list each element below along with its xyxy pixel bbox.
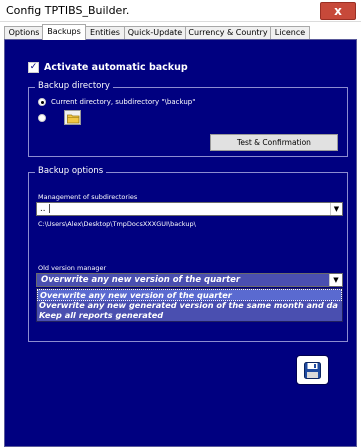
dropdown-option-1[interactable]: Overwrite any new version of the quarter xyxy=(37,289,342,301)
auto-backup-row[interactable]: ✓ Activate automatic backup xyxy=(28,60,188,74)
floppy-disk-icon xyxy=(304,362,321,379)
radio-custom-button[interactable] xyxy=(38,114,46,122)
close-button[interactable]: x xyxy=(320,2,356,20)
tab-backups[interactable]: Backups xyxy=(42,24,86,40)
tab-quick-update[interactable]: Quick-Update xyxy=(124,26,186,39)
title-bar: Config TPTIBS_Builder. x xyxy=(0,0,361,22)
radio-current-directory[interactable]: Current directory, subdirectory "\backup… xyxy=(38,98,195,106)
radio-current-label: Current directory, subdirectory "\backup… xyxy=(51,98,196,106)
subdirs-label: Management of subdirectories xyxy=(38,193,138,201)
auto-backup-checkbox[interactable]: ✓ xyxy=(28,61,39,73)
tab-entities[interactable]: Entities xyxy=(85,26,125,39)
backup-options-title: Backup options xyxy=(35,166,107,176)
tab-options[interactable]: Options xyxy=(4,26,44,39)
old-version-dropdown-list: Overwrite any new version of the quarter… xyxy=(36,288,343,322)
subdirs-value: .. | xyxy=(40,204,51,214)
auto-backup-label: Activate automatic backup xyxy=(44,61,188,73)
tab-licence[interactable]: Licence xyxy=(270,26,310,39)
radio-custom-directory[interactable] xyxy=(38,114,46,122)
old-version-combobox[interactable]: Overwrite any new version of the quarter… xyxy=(36,273,343,287)
folder-icon xyxy=(67,114,80,124)
chevron-down-icon[interactable]: ▼ xyxy=(330,203,342,215)
old-version-label: Old version manager xyxy=(38,264,107,272)
browse-folder-button[interactable] xyxy=(64,110,81,125)
window-title: Config TPTIBS_Builder. xyxy=(6,4,130,17)
test-confirmation-button[interactable]: Test & Confirmation xyxy=(210,134,338,151)
chevron-down-icon[interactable]: ▼ xyxy=(329,274,342,286)
backup-path: C:\Users\Alex\Desktop\TmpDocsXXXGUI\back… xyxy=(38,220,196,228)
dropdown-option-3[interactable]: Keep all reports generated xyxy=(39,310,163,320)
config-window: Config TPTIBS_Builder. x Options Backups… xyxy=(0,0,361,447)
tab-currency-country[interactable]: Currency & Country xyxy=(185,26,271,39)
radio-current-button[interactable] xyxy=(38,98,46,106)
dropdown-option-2[interactable]: Overwrite any new generated version of t… xyxy=(39,300,338,310)
backup-directory-title: Backup directory xyxy=(35,81,113,91)
subdirs-combobox[interactable]: .. | ▼ xyxy=(36,202,343,216)
save-button[interactable] xyxy=(296,355,329,385)
old-version-value: Overwrite any new version of the quarter xyxy=(41,275,241,285)
tab-strip: Options Backups Entities Quick-Update Cu… xyxy=(4,24,357,40)
